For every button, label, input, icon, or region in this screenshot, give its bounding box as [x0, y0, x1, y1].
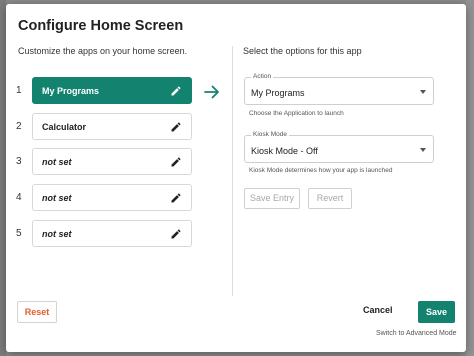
kiosk-select-value: Kiosk Mode - Off — [251, 146, 318, 156]
caret-down-icon[interactable] — [420, 148, 426, 152]
caret-down-icon[interactable] — [420, 90, 426, 94]
kiosk-helper-text: Kiosk Mode determines how your app is la… — [249, 167, 393, 174]
slot-label: Calculator — [42, 122, 87, 132]
left-description: Customize the apps on your home screen. — [18, 46, 188, 56]
panel-divider — [232, 46, 233, 296]
slot-row-3: 3 not set — [16, 148, 196, 176]
edit-icon[interactable] — [170, 156, 182, 168]
slot-card-4[interactable]: not set — [32, 184, 192, 211]
slot-number: 3 — [16, 156, 22, 167]
edit-icon[interactable] — [170, 121, 182, 133]
slot-row-2: 2 Calculator — [16, 113, 196, 141]
slot-row-4: 4 not set — [16, 184, 196, 212]
slot-card-1[interactable]: My Programs — [32, 77, 192, 104]
arrow-right-icon — [204, 85, 220, 99]
edit-icon[interactable] — [170, 228, 182, 240]
cancel-button[interactable]: Cancel — [363, 305, 393, 315]
save-entry-button[interactable]: Save Entry — [244, 188, 300, 209]
revert-button[interactable]: Revert — [308, 188, 352, 209]
configure-home-screen-dialog: Configure Home Screen Customize the apps… — [6, 4, 466, 352]
slot-label: not set — [42, 229, 72, 239]
slot-label: not set — [42, 157, 72, 167]
slot-number: 1 — [16, 85, 22, 96]
action-select-caption: Action — [251, 73, 274, 80]
slot-card-2[interactable]: Calculator — [32, 113, 192, 140]
edit-icon[interactable] — [170, 85, 182, 97]
action-select[interactable]: Action My Programs — [244, 73, 434, 105]
slot-number: 5 — [16, 228, 22, 239]
backdrop-edge-right — [466, 0, 474, 356]
action-select-value: My Programs — [251, 88, 305, 98]
edit-icon[interactable] — [170, 192, 182, 204]
slot-row-5: 5 not set — [16, 220, 196, 248]
slot-label: My Programs — [42, 86, 100, 96]
kiosk-mode-select[interactable]: Kiosk Mode Kiosk Mode - Off — [244, 131, 434, 163]
slot-label: not set — [42, 193, 72, 203]
slot-number: 2 — [16, 121, 22, 132]
switch-advanced-mode-link[interactable]: Switch to Advanced Mode — [376, 330, 457, 337]
reset-button[interactable]: Reset — [17, 301, 57, 323]
slot-card-3[interactable]: not set — [32, 148, 192, 175]
right-description: Select the options for this app — [243, 46, 362, 56]
slot-row-1: 1 My Programs — [16, 77, 196, 105]
dialog-title: Configure Home Screen — [18, 18, 184, 34]
action-helper-text: Choose the Application to launch — [249, 110, 344, 117]
kiosk-select-caption: Kiosk Mode — [251, 131, 289, 138]
save-button[interactable]: Save — [418, 301, 455, 323]
slot-card-5[interactable]: not set — [32, 220, 192, 247]
slot-number: 4 — [16, 192, 22, 203]
